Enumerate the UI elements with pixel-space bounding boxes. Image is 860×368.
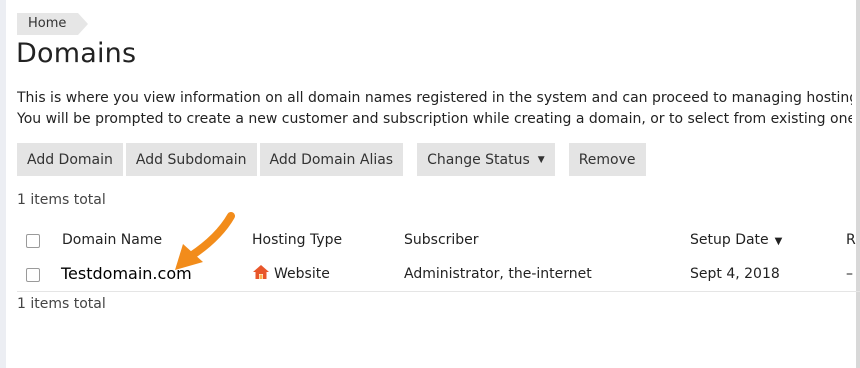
row-checkbox[interactable] [26, 268, 40, 282]
table-header-row: Domain Name Hosting Type Subscriber Setu… [17, 223, 860, 257]
page-right-border [856, 0, 860, 368]
next-column-cell: – [846, 266, 853, 282]
subscriber-link[interactable]: Administrator, the-internet [404, 257, 592, 291]
hosting-type-label[interactable]: Website [274, 266, 330, 282]
header-setup-date-label: Setup Date [690, 232, 769, 248]
change-status-label: Change Status [427, 151, 530, 168]
add-domain-button[interactable]: Add Domain [17, 143, 123, 176]
header-hosting-type[interactable]: Hosting Type [252, 223, 342, 257]
select-all-checkbox[interactable] [26, 234, 40, 248]
items-total-bottom: 1 items total [17, 296, 106, 312]
chevron-down-icon: ▼ [774, 236, 783, 247]
table-row: Testdomain.com Website Administrator, th… [17, 257, 860, 292]
remove-button[interactable]: Remove [568, 143, 646, 176]
add-domain-alias-button[interactable]: Add Domain Alias [259, 143, 404, 176]
breadcrumb-home[interactable]: Home [17, 13, 89, 35]
page-left-border [0, 0, 6, 368]
caret-down-icon: ▼ [537, 154, 545, 165]
setup-date-cell: Sept 4, 2018 [690, 266, 780, 282]
header-subscriber[interactable]: Subscriber [404, 223, 479, 257]
change-status-button[interactable]: Change Status ▼ [417, 143, 555, 176]
header-next-column[interactable]: R [846, 223, 856, 257]
page-title: Domains [16, 38, 137, 69]
description-line-2: You will be prompted to create a new cus… [17, 111, 852, 127]
page-description: This is where you view information on al… [17, 88, 852, 130]
domains-table: Domain Name Hosting Type Subscriber Setu… [17, 223, 860, 292]
hosting-type-cell: Website [252, 257, 330, 293]
add-subdomain-button[interactable]: Add Subdomain [125, 143, 257, 176]
items-total-top: 1 items total [17, 192, 106, 208]
description-line-1: This is where you view information on al… [17, 90, 852, 106]
toolbar: Add Domain Add Subdomain Add Domain Alia… [17, 143, 649, 176]
orange-arrow-icon [175, 212, 235, 270]
header-setup-date[interactable]: Setup Date ▼ [690, 223, 782, 259]
home-icon [252, 259, 270, 293]
header-domain-name[interactable]: Domain Name [62, 223, 162, 257]
